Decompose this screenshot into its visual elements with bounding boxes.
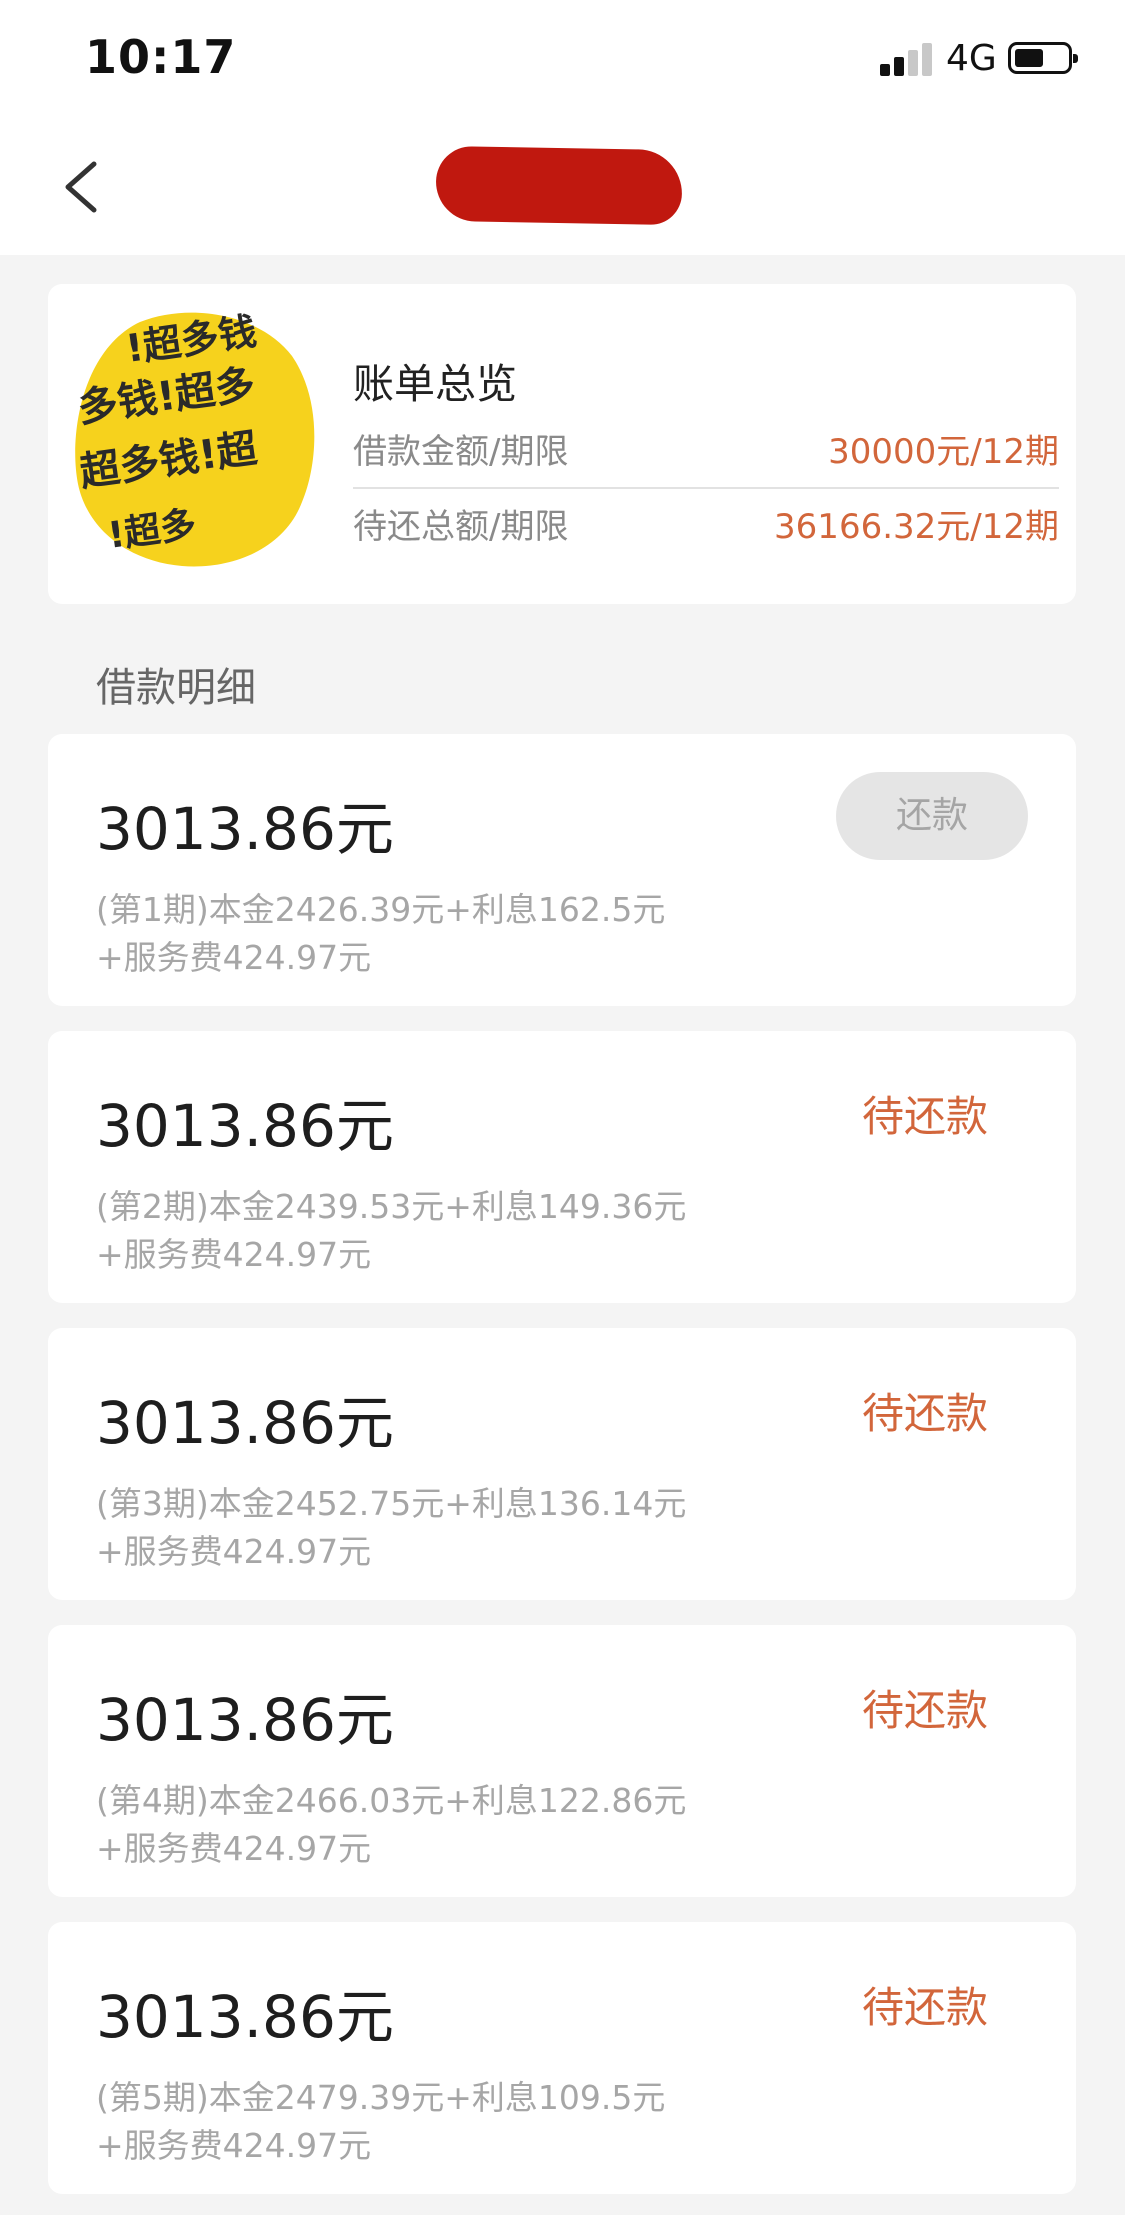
installment-card[interactable]: 3013.86元 (第1期)本金2426.39元+利息162.5元 +服务费42… [48, 734, 1076, 1006]
loan-amount-value: 30000元/12期 [828, 432, 1059, 472]
pending-status: 待还款 [861, 1092, 988, 1141]
installment-service-fee: +服务费424.97元 [96, 938, 372, 977]
network-type: 4G [946, 38, 997, 79]
signal-icon [880, 42, 932, 76]
due-total-label: 待还总额/期限 [353, 507, 569, 547]
installment-detail: (第5期)本金2479.39元+利息109.5元 +服务费424.97元 [96, 2074, 856, 2170]
section-title: 借款明细 [96, 665, 256, 711]
installment-detail: (第2期)本金2439.53元+利息149.36元 +服务费424.97元 [96, 1183, 856, 1279]
status-time: 10:17 [85, 30, 237, 84]
installment-card[interactable]: 3013.86元 (第5期)本金2479.39元+利息109.5元 +服务费42… [48, 1922, 1076, 2194]
installment-amount: 3013.86元 [96, 795, 394, 863]
repay-button[interactable]: 还款 [836, 772, 1028, 860]
bill-overview-card: !超多钱 多钱!超多 超多钱!超 !超多 账单总览 借款金额/期限 30000元… [48, 284, 1076, 604]
installment-amount: 3013.86元 [96, 1983, 394, 2051]
due-total-value: 36166.32元/12期 [774, 507, 1059, 547]
installment-detail: (第4期)本金2466.03元+利息122.86元 +服务费424.97元 [96, 1777, 856, 1873]
installment-breakdown: (第2期)本金2439.53元+利息149.36元 [96, 1187, 687, 1226]
pending-status: 待还款 [861, 1389, 988, 1438]
pending-status: 待还款 [861, 1686, 988, 1735]
status-bar: 10:17 4G [0, 0, 1125, 118]
nav-bar [0, 118, 1125, 255]
installment-breakdown: (第3期)本金2452.75元+利息136.14元 [96, 1484, 687, 1523]
battery-icon [1008, 42, 1078, 74]
installment-service-fee: +服务费424.97元 [96, 1532, 372, 1571]
installment-detail: (第3期)本金2452.75元+利息136.14元 +服务费424.97元 [96, 1480, 856, 1576]
installment-amount: 3013.86元 [96, 1389, 394, 1457]
divider [353, 487, 1059, 489]
installment-breakdown: (第4期)本金2466.03元+利息122.86元 [96, 1781, 687, 1820]
installment-card[interactable]: 3013.86元 (第2期)本金2439.53元+利息149.36元 +服务费4… [48, 1031, 1076, 1303]
installment-service-fee: +服务费424.97元 [96, 1829, 372, 1868]
installment-amount: 3013.86元 [96, 1686, 394, 1754]
overview-title: 账单总览 [353, 360, 517, 408]
redacted-title [435, 145, 683, 226]
installment-detail: (第1期)本金2426.39元+利息162.5元 +服务费424.97元 [96, 886, 856, 982]
installment-amount: 3013.86元 [96, 1092, 394, 1160]
logo-image: !超多钱 多钱!超多 超多钱!超 !超多 [75, 309, 315, 567]
installment-card[interactable]: 3013.86元 (第3期)本金2452.75元+利息136.14元 +服务费4… [48, 1328, 1076, 1600]
chevron-left-icon [65, 161, 97, 213]
back-button[interactable] [58, 156, 108, 218]
installment-card[interactable]: 3013.86元 (第4期)本金2466.03元+利息122.86元 +服务费4… [48, 1625, 1076, 1897]
installment-service-fee: +服务费424.97元 [96, 2126, 372, 2165]
installment-breakdown: (第5期)本金2479.39元+利息109.5元 [96, 2078, 666, 2117]
installment-breakdown: (第1期)本金2426.39元+利息162.5元 [96, 890, 666, 929]
pending-status: 待还款 [861, 1983, 988, 2032]
installment-service-fee: +服务费424.97元 [96, 1235, 372, 1274]
loan-amount-label: 借款金额/期限 [353, 432, 569, 472]
